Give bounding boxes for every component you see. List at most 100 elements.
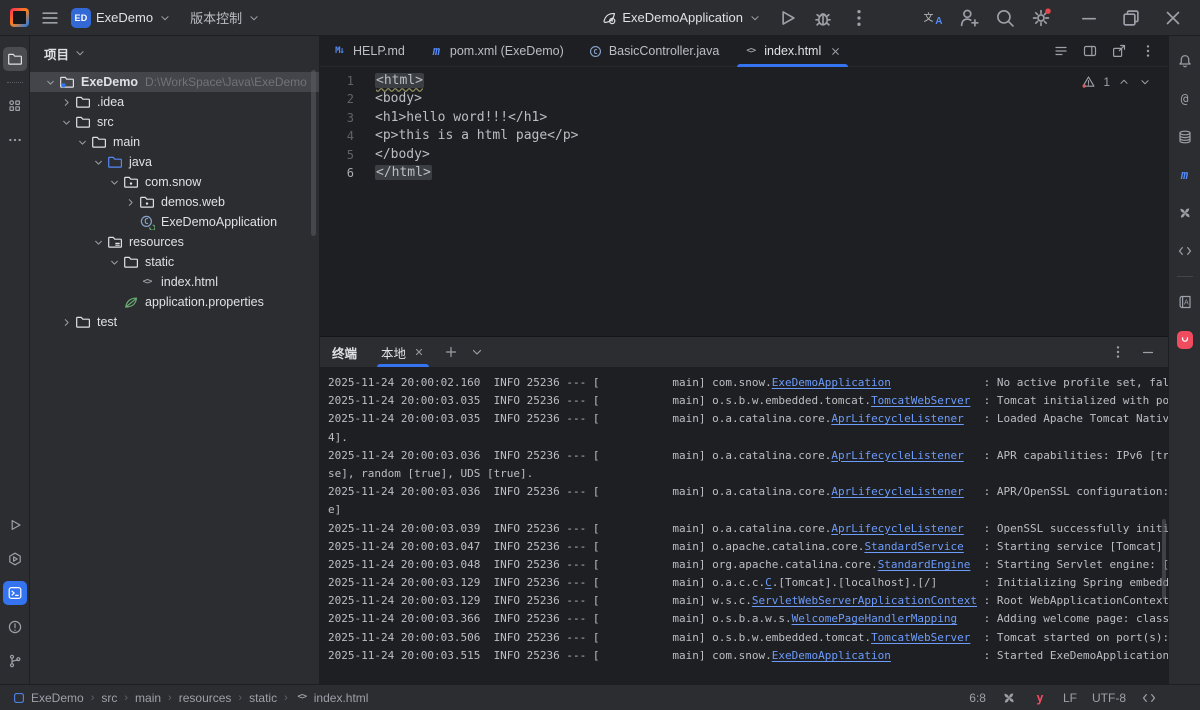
log-link-tomcatwebserver[interactable]: TomcatWebServer [871, 394, 970, 407]
tree-item-src[interactable]: src [30, 112, 319, 132]
log-link-welcomepagehandlermapping[interactable]: WelcomePageHandlerMapping [792, 612, 958, 625]
tree-item-exedemo[interactable]: ExeDemoD:\WorkSpace\Java\ExeDemo [30, 72, 319, 92]
project-widget[interactable]: ED ExeDemo [71, 8, 172, 28]
log-link-aprlifecyclelistener[interactable]: AprLifecycleListener [831, 412, 963, 425]
vcs-widget[interactable]: 版本控制 [190, 8, 261, 27]
breadcrumb-src[interactable]: src [101, 691, 117, 705]
ai-assistant-status-icon[interactable] [1001, 690, 1017, 706]
user-plus-icon[interactable] [958, 7, 980, 29]
tool-window-project-folder[interactable] [3, 47, 27, 71]
tabbar-kebab-icon[interactable] [1140, 43, 1156, 59]
tool-window-plugin[interactable] [1173, 328, 1197, 352]
terminal-tab-local[interactable]: 本地 [377, 337, 429, 367]
tab-index-html[interactable]: <>index.html [731, 36, 854, 66]
run-icon[interactable] [776, 7, 798, 29]
terminal-output[interactable]: 2025-11-24 20:00:02.160 INFO 25236 --- [… [320, 367, 1168, 684]
close-icon[interactable] [829, 45, 842, 58]
log-link-standardengine[interactable]: StandardEngine [878, 558, 971, 571]
tab-help-md[interactable]: M↓HELP.md [320, 36, 417, 66]
breadcrumb-exedemo[interactable]: ExeDemo [12, 691, 84, 705]
caret-position[interactable]: 6:8 [969, 691, 986, 705]
log-link-tomcatwebserver[interactable]: TomcatWebServer [871, 631, 970, 644]
tree-chevron-icon[interactable] [58, 116, 75, 129]
code-editor[interactable]: 1<html>2<body>3<h1>hello word!!!</h1>4<p… [320, 67, 1168, 336]
tree-chevron-icon[interactable] [90, 236, 107, 249]
tool-window-problems[interactable] [3, 615, 27, 639]
breadcrumb-index-html[interactable]: <>index.html [295, 691, 369, 705]
tree-item-exedemoapplication[interactable]: CExeDemoApplication [30, 212, 319, 232]
code-widget-icon[interactable] [1141, 690, 1157, 706]
tool-window-maven[interactable]: m [1173, 163, 1197, 187]
project-scrollbar[interactable] [311, 70, 316, 236]
tab-basiccontroller-java[interactable]: CBasicController.java [576, 36, 731, 66]
tree-chevron-icon[interactable] [42, 76, 59, 89]
main-menu-icon[interactable] [39, 7, 61, 29]
tool-window-database[interactable] [1173, 125, 1197, 149]
tool-window-structure[interactable] [3, 94, 27, 118]
tree-chevron-icon[interactable] [106, 176, 123, 189]
log-link-c[interactable]: C [765, 576, 772, 589]
close-icon[interactable] [1162, 7, 1184, 29]
tree-chevron-icon[interactable] [74, 136, 91, 149]
tree-chevron-icon[interactable] [122, 196, 139, 209]
hide-terminal-icon[interactable] [1140, 344, 1156, 360]
tree-chevron-icon[interactable] [58, 316, 75, 329]
tabbar-open-window-icon[interactable] [1111, 43, 1127, 59]
tool-window-translation[interactable]: A [1173, 290, 1197, 314]
tree-item-index-html[interactable]: <>index.html [30, 272, 319, 292]
prev-issue-icon[interactable] [1117, 75, 1131, 89]
log-link-aprlifecyclelistener[interactable]: AprLifecycleListener [831, 485, 963, 498]
tree-item-com-snow[interactable]: com.snow [30, 172, 319, 192]
terminal-scrollbar[interactable] [1162, 519, 1166, 599]
tree-chevron-icon[interactable] [90, 156, 107, 169]
tool-window-terminal[interactable] [3, 581, 27, 605]
translate-icon[interactable]: 文A [922, 7, 944, 29]
project-panel-header[interactable]: 项目 [30, 40, 319, 66]
tool-window-run[interactable] [3, 513, 27, 537]
tree-item--idea[interactable]: .idea [30, 92, 319, 112]
log-link-standardservice[interactable]: StandardService [864, 540, 963, 553]
log-link-aprlifecyclelistener[interactable]: AprLifecycleListener [831, 449, 963, 462]
plugin-status-icon[interactable]: y [1032, 690, 1048, 706]
tab-pom-xml-exedemo-[interactable]: mpom.xml (ExeDemo) [417, 36, 576, 66]
log-link-servletwebserverapplicationcontext[interactable]: ServletWebServerApplicationContext [752, 594, 977, 607]
restore-icon[interactable] [1120, 7, 1142, 29]
tree-chevron-icon[interactable] [106, 256, 123, 269]
breadcrumb-resources[interactable]: resources [179, 691, 232, 705]
inspection-widget[interactable]: 1 [1081, 74, 1152, 89]
minimize-icon[interactable] [1078, 7, 1100, 29]
search-icon[interactable] [994, 7, 1016, 29]
terminal-options-icon[interactable] [469, 344, 485, 360]
debug-icon[interactable] [812, 7, 834, 29]
line-separator[interactable]: LF [1063, 691, 1077, 705]
tool-window-endpoints[interactable] [1173, 239, 1197, 263]
log-link-exedemoapplication[interactable]: ExeDemoApplication [772, 376, 891, 389]
tool-window-more-tool-windows[interactable] [3, 128, 27, 152]
tree-item-main[interactable]: main [30, 132, 319, 152]
tool-window-ai-assistant[interactable] [1173, 201, 1197, 225]
tool-window-notifications[interactable] [1173, 49, 1197, 73]
breadcrumb-main[interactable]: main [135, 691, 161, 705]
tree-item-application-properties[interactable]: application.properties [30, 292, 319, 312]
tool-window-version-control[interactable] [3, 649, 27, 673]
tool-window-services[interactable] [3, 547, 27, 571]
tree-item-demos-web[interactable]: demos.web [30, 192, 319, 212]
more-actions-icon[interactable] [848, 7, 870, 29]
file-writable-icon[interactable] [1172, 690, 1188, 706]
close-icon[interactable] [413, 346, 425, 358]
tree-item-static[interactable]: static [30, 252, 319, 272]
next-issue-icon[interactable] [1138, 75, 1152, 89]
tabbar-split-right-icon[interactable] [1082, 43, 1098, 59]
new-terminal-icon[interactable] [443, 344, 459, 360]
tree-item-test[interactable]: test [30, 312, 319, 332]
breadcrumb-static[interactable]: static [249, 691, 277, 705]
settings-gear-icon[interactable] [1030, 7, 1052, 29]
run-config-widget[interactable]: ExeDemoApplication [601, 10, 762, 26]
tree-chevron-icon[interactable] [58, 96, 75, 109]
tool-window-spring[interactable]: @ [1173, 87, 1197, 111]
terminal-menu-icon[interactable] [1110, 344, 1126, 360]
log-link-aprlifecyclelistener[interactable]: AprLifecycleListener [831, 522, 963, 535]
file-encoding[interactable]: UTF-8 [1092, 691, 1126, 705]
tabbar-tab-list-icon[interactable] [1053, 43, 1069, 59]
tree-item-java[interactable]: java [30, 152, 319, 172]
